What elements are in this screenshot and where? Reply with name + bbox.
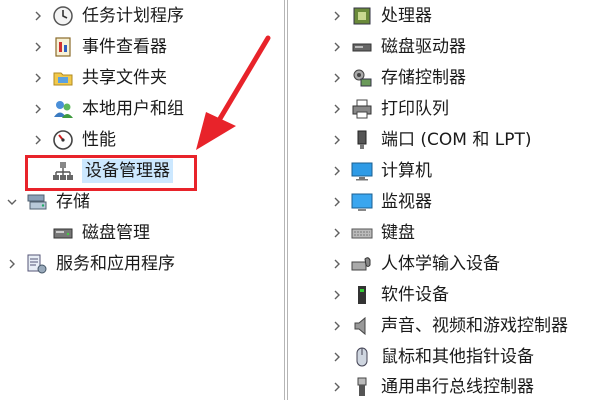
port-icon [351,129,373,151]
device-category-keyboard[interactable]: 键盘 [329,219,415,247]
console-tree: 任务计划程序 事件查看器 共享文件夹 本地用户和组 性能 设备管理器 存储 磁盘… [0,0,281,400]
tree-item-label: 本地用户和组 [82,99,184,119]
device-category-label: 磁盘驱动器 [381,37,466,57]
chevron-right-icon[interactable] [30,39,46,55]
device-category-label: 声音、视频和游戏控制器 [381,316,568,336]
device-category-label: 键盘 [381,223,415,243]
device-category-print-queue[interactable]: 打印队列 [329,95,449,123]
device-category-label: 软件设备 [381,285,449,305]
device-category-usb[interactable]: 通用串行总线控制器 [329,373,534,401]
chevron-right-icon[interactable] [329,287,345,303]
tree-item-event-viewer[interactable]: 事件查看器 [30,33,167,61]
tree-item-shared-folders[interactable]: 共享文件夹 [30,64,167,92]
tree-item-label: 服务和应用程序 [56,254,175,274]
device-category-monitor[interactable]: 监视器 [329,188,432,216]
services-icon [26,253,48,275]
device-category-ports[interactable]: 端口 (COM 和 LPT) [329,126,532,154]
device-category-processor[interactable]: 处理器 [329,2,432,30]
device-category-label: 端口 (COM 和 LPT) [381,130,532,150]
device-category-label: 人体学输入设备 [381,254,500,274]
chevron-right-icon[interactable] [329,8,345,24]
chevron-right-icon[interactable] [30,132,46,148]
device-category-hid[interactable]: 人体学输入设备 [329,250,500,278]
shared-folder-icon [52,67,74,89]
chevron-right-icon[interactable] [329,379,345,395]
software-device-icon [351,284,373,306]
tree-item-label: 事件查看器 [82,37,167,57]
event-viewer-icon [52,36,74,58]
tree-item-label: 任务计划程序 [82,6,184,26]
users-icon [52,98,74,120]
device-category-software-device[interactable]: 软件设备 [329,281,449,309]
tree-item-storage[interactable]: 存储 [4,188,90,216]
performance-icon [52,129,74,151]
chevron-right-icon[interactable] [329,349,345,365]
device-category-disk-drive[interactable]: 磁盘驱动器 [329,33,466,61]
tree-item-label: 存储 [56,192,90,212]
speaker-icon [351,315,373,337]
device-category-label: 处理器 [381,6,432,26]
device-category-label: 通用串行总线控制器 [381,377,534,397]
keyboard-icon [351,222,373,244]
storage-controller-icon [351,67,373,89]
pane-splitter[interactable] [281,0,291,400]
device-category-mouse[interactable]: 鼠标和其他指针设备 [329,343,534,371]
chevron-right-icon[interactable] [329,101,345,117]
mouse-icon [351,346,373,368]
storage-icon [26,191,48,213]
chevron-right-icon[interactable] [329,132,345,148]
device-category-label: 打印队列 [381,99,449,119]
disk-management-icon [52,222,74,244]
tree-item-disk-management[interactable]: 磁盘管理 [52,219,150,247]
device-category-label: 存储控制器 [381,68,466,88]
chevron-right-icon[interactable] [329,256,345,272]
clock-icon [52,5,74,27]
tree-item-services-apps[interactable]: 服务和应用程序 [4,250,175,278]
tree-item-label: 磁盘管理 [82,223,150,243]
annotation-highlight-box [25,155,197,191]
device-category-label: 鼠标和其他指针设备 [381,347,534,367]
disk-drive-icon [351,36,373,58]
chevron-right-icon[interactable] [329,163,345,179]
chevron-right-icon[interactable] [30,70,46,86]
processor-icon [351,5,373,27]
tree-item-label: 性能 [82,130,116,150]
chevron-right-icon[interactable] [329,39,345,55]
chevron-right-icon[interactable] [329,318,345,334]
chevron-right-icon[interactable] [329,194,345,210]
hid-icon [351,253,373,275]
device-category-storage-controller[interactable]: 存储控制器 [329,64,466,92]
chevron-right-icon[interactable] [329,225,345,241]
device-list: 处理器 磁盘驱动器 存储控制器 打印队列 端口 (COM 和 LPT) 计算机 … [291,0,600,400]
chevron-right-icon[interactable] [30,101,46,117]
chevron-right-icon[interactable] [30,8,46,24]
computer-icon [351,160,373,182]
chevron-right-icon[interactable] [4,256,20,272]
tree-item-performance[interactable]: 性能 [30,126,116,154]
chevron-down-icon[interactable] [4,194,20,210]
printer-icon [351,98,373,120]
chevron-right-icon[interactable] [329,70,345,86]
monitor-icon [351,191,373,213]
device-category-sound-video-game[interactable]: 声音、视频和游戏控制器 [329,312,568,340]
device-category-label: 计算机 [381,161,432,181]
device-category-label: 监视器 [381,192,432,212]
usb-icon [351,376,373,398]
tree-item-task-scheduler[interactable]: 任务计划程序 [30,2,184,30]
tree-item-label: 共享文件夹 [82,68,167,88]
device-category-computer[interactable]: 计算机 [329,157,432,185]
tree-item-local-users-groups[interactable]: 本地用户和组 [30,95,184,123]
